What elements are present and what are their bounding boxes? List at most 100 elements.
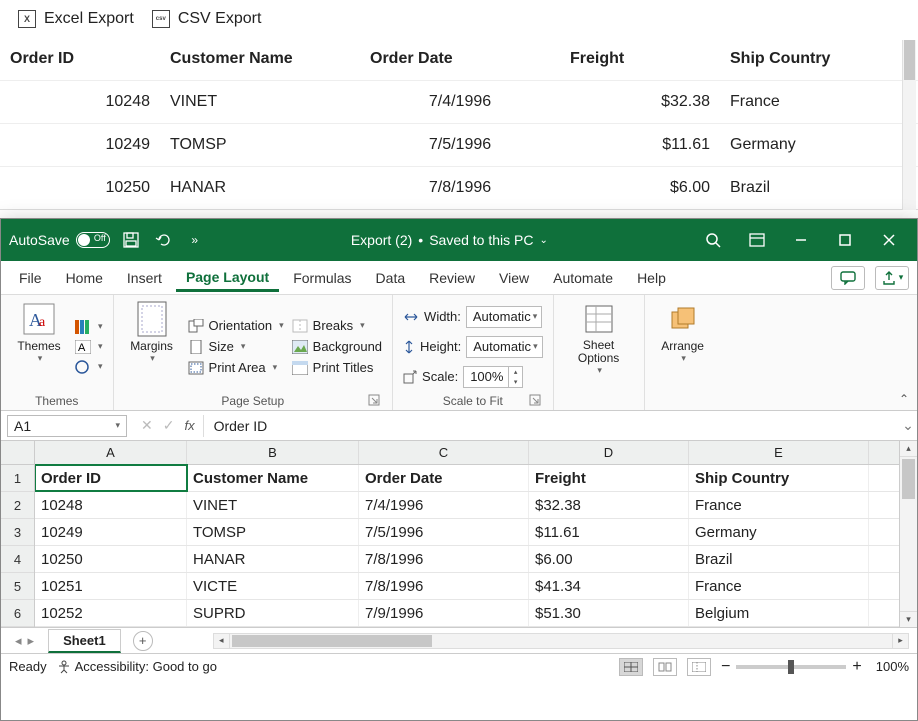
tab-insert[interactable]: Insert [117,264,172,292]
zoom-in-button[interactable]: + [852,658,861,676]
arrange-icon [665,301,701,337]
margins-button[interactable]: Margins ▾ [124,301,180,392]
fonts-button[interactable]: A▾ [75,340,103,354]
sheet-row[interactable]: 10248VINET7/4/1996$32.38France [35,492,899,519]
expand-formula-bar-icon[interactable]: ⌄ [899,417,917,434]
tab-formulas[interactable]: Formulas [283,264,361,292]
dialog-launcher-icon[interactable] [529,394,543,408]
search-icon[interactable] [693,226,733,254]
select-all-corner[interactable] [1,441,34,465]
zoom-percent[interactable]: 100% [876,659,909,674]
cell-a1[interactable]: Order ID [35,465,187,491]
sheet-row[interactable]: 10252SUPRD7/9/1996$51.30Belgium [35,600,899,627]
colors-button[interactable]: ▾ [75,320,103,334]
add-sheet-button[interactable]: + [133,631,153,651]
col-date[interactable]: Order Date [360,38,560,81]
width-select[interactable]: Automatic▾ [466,306,542,328]
more-qat-icon[interactable]: » [184,229,206,251]
toggle-switch-icon: Off [76,232,110,248]
table-row[interactable]: 10249 TOMSP 7/5/1996 $11.61 Germany [0,124,918,167]
name-box[interactable]: A1▾ [7,415,127,437]
page-layout-view-button[interactable] [653,658,677,676]
web-data-grid[interactable]: Order ID Customer Name Order Date Freigh… [0,38,918,209]
excel-export-button[interactable]: X Excel Export [18,10,134,28]
csv-icon: csv [152,10,170,28]
size-button[interactable]: Size▾ [188,339,284,354]
zoom-out-button[interactable]: − [721,658,730,676]
table-row[interactable]: 10248 VINET 7/4/1996 $32.38 France [0,81,918,124]
print-area-button[interactable]: Print Area▾ [188,360,284,375]
print-titles-button[interactable]: Print Titles [292,360,382,375]
orientation-icon [188,319,204,333]
ribbon-mode-icon[interactable] [737,226,777,254]
excel-export-label: Excel Export [44,10,134,28]
group-themes: Aa Themes ▾ ▾ A▾ ▾ Themes [1,295,114,410]
fx-icon[interactable]: fx [184,418,194,433]
ribbon-body: Aa Themes ▾ ▾ A▾ ▾ Themes Margins ▾ [1,295,917,411]
accessibility-status[interactable]: Accessibility: Good to go [57,659,217,674]
tab-data[interactable]: Data [366,264,416,292]
sheet-tab-sheet1[interactable]: Sheet1 [48,629,121,653]
col-customer[interactable]: Customer Name [160,38,360,81]
cancel-formula-icon[interactable]: ✕ [141,417,153,434]
autosave-toggle[interactable]: AutoSave Off [9,232,110,248]
breaks-button[interactable]: Breaks▾ [292,318,382,333]
comments-button[interactable] [831,266,865,290]
col-country[interactable]: Ship Country [720,38,918,81]
tab-page-layout[interactable]: Page Layout [176,263,279,292]
scale-spinner[interactable]: 100%▴▾ [463,366,523,388]
row-headers[interactable]: 1 2 3 4 5 6 [1,441,35,627]
csv-export-button[interactable]: csv CSV Export [152,10,262,28]
enter-formula-icon[interactable]: ✓ [163,417,175,434]
minimize-button[interactable] [781,226,821,254]
scale-control[interactable]: Scale:100%▴▾ [403,366,543,388]
chevron-down-icon[interactable]: ⌄ [539,235,547,246]
table-row[interactable]: 10250 HANAR 7/8/1996 $6.00 Brazil [0,167,918,210]
maximize-button[interactable] [825,226,865,254]
zoom-control[interactable]: − + 100% [721,658,909,676]
col-order-id[interactable]: Order ID [0,38,160,81]
themes-button[interactable]: Aa Themes ▾ [11,301,67,392]
fonts-icon: A [75,340,91,354]
sheet-options-button[interactable]: Sheet Options▾ [564,301,634,406]
sheet-options-icon [581,301,617,337]
sheet-nav[interactable]: ◂▸ [1,633,48,649]
tab-review[interactable]: Review [419,264,485,292]
orientation-button[interactable]: Orientation▾ [188,318,284,333]
save-icon[interactable] [120,229,142,251]
worksheet-vscrollbar[interactable]: ▴▾ [899,441,917,627]
status-bar: Ready Accessibility: Good to go − + 100% [1,653,917,679]
height-control[interactable]: Height:Automatic▾ [403,336,543,358]
worksheet-hscrollbar[interactable]: ◂▸ [213,633,909,649]
column-headers[interactable]: A B C D E [35,441,899,465]
tab-view[interactable]: View [489,264,539,292]
tab-automate[interactable]: Automate [543,264,623,292]
formula-input[interactable]: Order ID [203,415,899,437]
themes-icon: Aa [21,301,57,337]
sheet-row[interactable]: 10251VICTE7/8/1996$41.34France [35,573,899,600]
collapse-ribbon-icon[interactable]: ⌃ [899,392,909,406]
effects-button[interactable]: ▾ [75,360,103,374]
share-button[interactable]: ▾ [875,266,909,290]
normal-view-button[interactable] [619,658,643,676]
scale-icon [403,370,417,384]
background-button[interactable]: Background [292,339,382,354]
sheet-row[interactable]: 10249TOMSP7/5/1996$11.61Germany [35,519,899,546]
height-select[interactable]: Automatic▾ [466,336,542,358]
close-button[interactable] [869,226,909,254]
width-control[interactable]: Width:Automatic▾ [403,306,543,328]
sheet-row[interactable]: Order ID Customer Name Order Date Freigh… [35,465,899,492]
zoom-slider[interactable] [736,665,846,669]
arrange-button[interactable]: Arrange▾ [655,301,711,406]
worksheet[interactable]: 1 2 3 4 5 6 A B C D E Order ID Customer … [1,441,917,627]
tab-home[interactable]: Home [56,264,113,292]
col-freight[interactable]: Freight [560,38,720,81]
undo-icon[interactable] [152,229,174,251]
sheet-row[interactable]: 10250HANAR7/8/1996$6.00Brazil [35,546,899,573]
web-scrollbar[interactable] [902,40,916,210]
tab-help[interactable]: Help [627,264,676,292]
page-break-view-button[interactable] [687,658,711,676]
tab-file[interactable]: File [9,264,52,292]
web-grid-panel: X Excel Export csv CSV Export Order ID C… [0,0,918,210]
dialog-launcher-icon[interactable] [368,394,382,408]
